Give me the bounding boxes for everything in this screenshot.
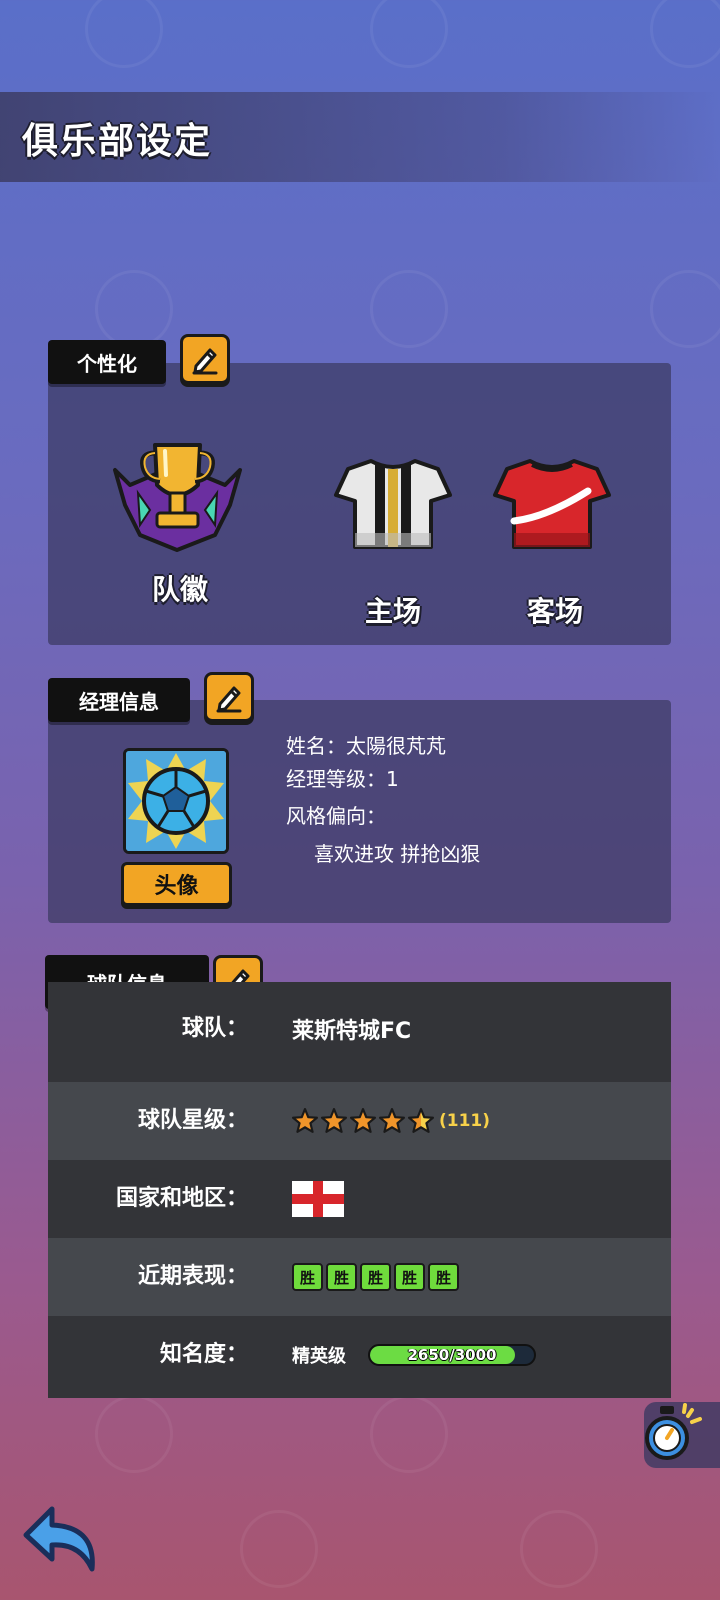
team-form-value: 胜胜胜胜胜 bbox=[292, 1238, 462, 1316]
edit-personalization-button[interactable] bbox=[180, 334, 230, 384]
edit-icon bbox=[216, 686, 242, 713]
badge-label: 队徽 bbox=[151, 573, 208, 606]
team-stars-value: (111) bbox=[292, 1082, 490, 1160]
team-badge[interactable] bbox=[110, 435, 245, 555]
team-form-row: 近期表现： 胜胜胜胜胜 bbox=[48, 1238, 671, 1316]
star-icon bbox=[292, 1108, 318, 1133]
team-country-label: 国家和地区： bbox=[115, 1186, 248, 1211]
background-ball-icon bbox=[240, 1510, 318, 1588]
background-ball-icon bbox=[370, 1395, 448, 1473]
trophy-badge-icon bbox=[113, 443, 242, 552]
form-result-chip: 胜 bbox=[394, 1263, 425, 1291]
manager-style-label: 风格偏向： bbox=[286, 804, 386, 828]
background-ball-icon bbox=[370, 0, 448, 68]
away-kit[interactable] bbox=[492, 455, 612, 555]
team-form-label: 近期表现： bbox=[137, 1264, 248, 1289]
edit-manager-button[interactable] bbox=[204, 672, 254, 722]
team-fame-label: 知名度： bbox=[159, 1342, 248, 1367]
away-label: 客场 bbox=[526, 595, 583, 628]
team-name-value: 莱斯特城FC bbox=[292, 990, 411, 1068]
fame-tier: 精英级 bbox=[292, 1346, 346, 1367]
team-fame-value: 精英级 2650/3000 bbox=[292, 1316, 536, 1394]
manager-level: 经理等级：1 bbox=[286, 767, 399, 791]
star-icon bbox=[408, 1108, 434, 1133]
star-icon bbox=[321, 1108, 347, 1133]
form-result-chip: 胜 bbox=[428, 1263, 459, 1291]
team-name-label: 球队： bbox=[181, 1016, 248, 1041]
background-ball-icon bbox=[370, 270, 448, 348]
team-name-text: 莱斯特城FC bbox=[292, 1019, 412, 1044]
team-fame-row: 知名度： 精英级 2650/3000 bbox=[48, 1316, 671, 1398]
background-ball-icon bbox=[650, 0, 720, 68]
team-stars-label: 球队星级： bbox=[137, 1108, 248, 1133]
star-icon bbox=[379, 1108, 405, 1133]
background-ball-icon bbox=[85, 0, 163, 68]
back-arrow-icon bbox=[23, 1506, 95, 1572]
soccer-ball-avatar-icon bbox=[126, 751, 226, 851]
manager-style-value: 喜欢进攻 拼抢凶狠 bbox=[314, 842, 481, 866]
form-result-chip: 胜 bbox=[292, 1263, 323, 1291]
star-icon bbox=[350, 1108, 376, 1133]
home-kit[interactable] bbox=[333, 455, 453, 555]
edit-icon bbox=[192, 348, 218, 375]
team-stars-row: 球队星级： (111) bbox=[48, 1082, 671, 1160]
england-flag-icon bbox=[292, 1181, 344, 1217]
manager-name: 姓名：太陽很芃芃 bbox=[286, 734, 446, 758]
form-result-chip: 胜 bbox=[360, 1263, 391, 1291]
stopwatch-button[interactable] bbox=[644, 1402, 720, 1468]
personalization-tag: 个性化 bbox=[48, 340, 166, 384]
background-ball-icon bbox=[650, 270, 720, 348]
background-ball-icon bbox=[520, 1510, 598, 1588]
background-ball-icon bbox=[95, 1395, 173, 1473]
stopwatch-icon bbox=[645, 1403, 702, 1460]
fame-progress-text: 2650/3000 bbox=[407, 1346, 497, 1364]
home-jersey-icon bbox=[334, 459, 452, 549]
home-label: 主场 bbox=[364, 595, 421, 628]
team-country-value bbox=[292, 1160, 344, 1238]
away-jersey-icon bbox=[493, 459, 611, 549]
star-rating bbox=[292, 1108, 437, 1134]
avatar[interactable] bbox=[123, 748, 229, 854]
manager-tag: 经理信息 bbox=[48, 678, 190, 722]
team-country-row: 国家和地区： bbox=[48, 1160, 671, 1238]
form-result-chip: 胜 bbox=[326, 1263, 357, 1291]
back-button[interactable] bbox=[22, 1505, 102, 1575]
fame-progress-bar: 2650/3000 bbox=[368, 1344, 536, 1366]
page-title: 俱乐部设定 bbox=[22, 121, 213, 162]
background-ball-icon bbox=[95, 270, 173, 348]
team-stars-count: (111) bbox=[439, 1111, 491, 1131]
avatar-button[interactable]: 头像 bbox=[121, 862, 232, 906]
team-name-row: 球队： 莱斯特城FC bbox=[48, 982, 671, 1082]
